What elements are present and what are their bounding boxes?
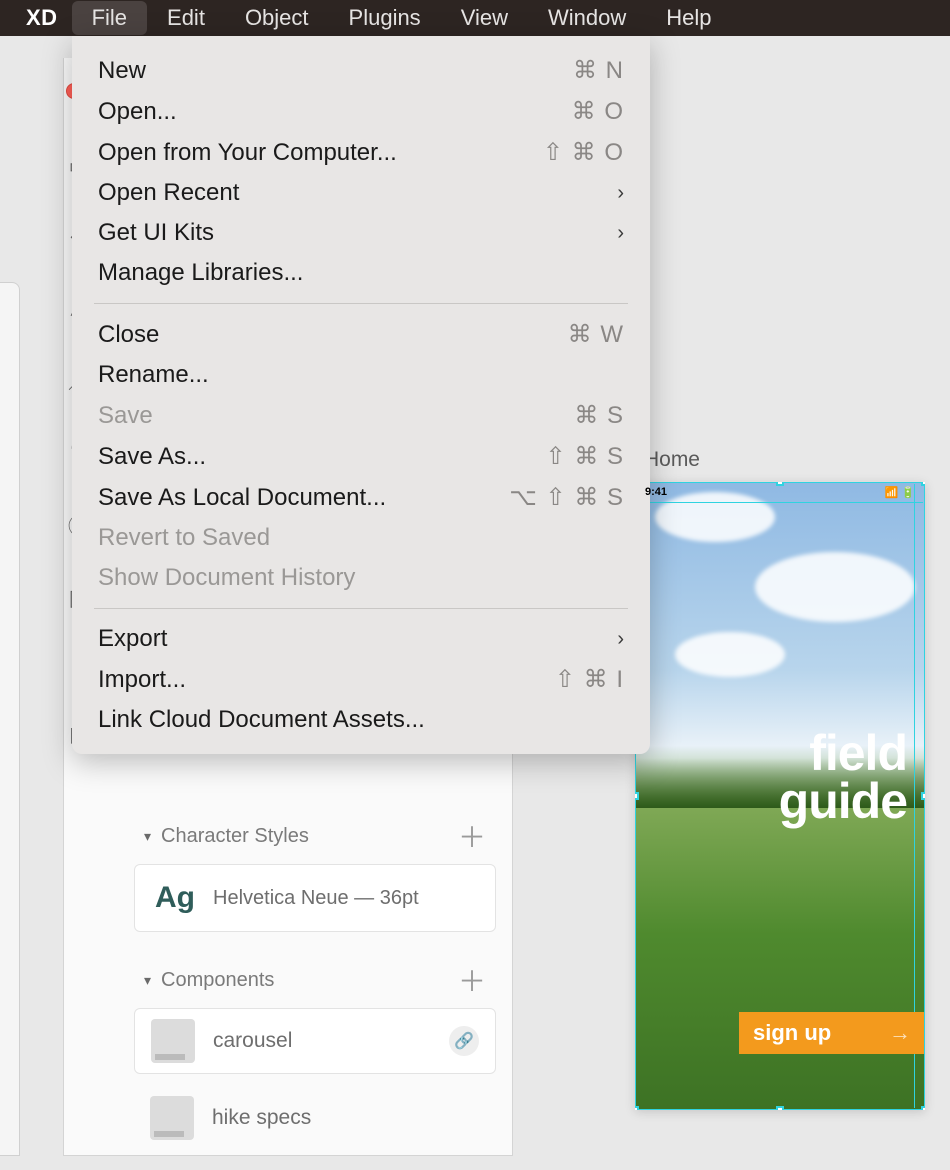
character-styles-header[interactable]: ▾ Character Styles ＋ [128,808,502,864]
chevron-right-icon: › [617,628,624,651]
menu-item-label: Open... [98,98,177,126]
menu-item-export[interactable]: Export › [72,619,650,659]
link-icon[interactable]: 🔗 [449,1026,479,1056]
menu-item-label: Open Recent [98,179,239,207]
artboard-label[interactable]: Home [644,448,700,472]
shortcut: ⌘ N [573,56,624,85]
menu-item-save-as[interactable]: Save As... ⇧ ⌘ S [72,436,650,477]
menu-item-rename[interactable]: Rename... [72,355,650,395]
guide-horizontal[interactable] [637,502,923,503]
app-name[interactable]: XD [12,5,72,31]
file-menu-dropdown: New ⌘ N Open... ⌘ O Open from Your Computer.… [72,36,650,754]
shortcut: ⌘ O [572,97,624,126]
background-window [0,282,20,1156]
ios-status-bar: 9:41 📶🔋 [635,482,925,502]
menu-item-label: Save As... [98,443,206,471]
menu-item-label: Save [98,402,153,430]
menu-help[interactable]: Help [646,1,731,35]
menu-item-label: Manage Libraries... [98,259,303,287]
menu-item-manage-libraries[interactable]: Manage Libraries... [72,253,650,293]
component-thumb [151,1019,195,1063]
component-row[interactable]: hike specs [134,1086,496,1150]
font-style-card[interactable]: Ag Helvetica Neue — 36pt [134,864,496,932]
shortcut: ⌥ ⇧ ⌘ S [509,483,624,512]
component-label: hike specs [212,1106,480,1130]
menu-item-open-recent[interactable]: Open Recent › [72,173,650,213]
add-char-style-icon[interactable]: ＋ [458,816,486,856]
hero-title[interactable]: field guide [779,730,907,825]
menu-separator [94,303,628,304]
shortcut: ⇧ ⌘ O [543,138,624,167]
chevron-right-icon: › [617,182,624,205]
menu-item-label: Import... [98,666,186,694]
font-label: Helvetica Neue — 36pt [213,887,419,910]
menu-item-revert-to-saved: Revert to Saved [72,518,650,558]
arrow-right-icon: → [889,1020,911,1046]
menu-item-label: Open from Your Computer... [98,139,397,167]
component-row[interactable]: carousel 🔗 [134,1008,496,1074]
shortcut: ⇧ ⌘ S [546,442,624,471]
menu-item-label: Link Cloud Document Assets... [98,706,425,734]
shortcut: ⇧ ⌘ I [555,665,624,694]
menu-item-show-document-history: Show Document History [72,558,650,598]
menu-item-label: New [98,57,146,85]
component-thumb [150,1096,194,1140]
menu-item-new[interactable]: New ⌘ N [72,50,650,91]
menu-edit[interactable]: Edit [147,1,225,35]
section-title: Character Styles [161,825,309,848]
add-component-icon[interactable]: ＋ [458,960,486,1000]
menu-item-label: Save As Local Document... [98,484,386,512]
menu-item-import[interactable]: Import... ⇧ ⌘ I [72,659,650,700]
menu-window[interactable]: Window [528,1,646,35]
chevron-down-icon: ▾ [144,828,151,845]
menu-item-close[interactable]: Close ⌘ W [72,314,650,355]
menu-item-get-ui-kits[interactable]: Get UI Kits › [72,213,650,253]
font-sample: Ag [155,881,195,915]
menu-separator [94,608,628,609]
menu-object[interactable]: Object [225,1,329,35]
menu-item-link-cloud-document-assets[interactable]: Link Cloud Document Assets... [72,700,650,740]
components-header[interactable]: ▾ Components ＋ [128,952,502,1008]
menu-item-label: Close [98,321,159,349]
menu-file[interactable]: File [72,1,147,35]
menu-item-label: Revert to Saved [98,524,270,552]
menu-item-label: Get UI Kits [98,219,214,247]
menu-item-save-as-local-document[interactable]: Save As Local Document... ⌥ ⇧ ⌘ S [72,477,650,518]
shortcut: ⌘ S [574,401,624,430]
menu-plugins[interactable]: Plugins [329,1,441,35]
chevron-down-icon: ▾ [144,972,151,989]
component-label: carousel [213,1029,431,1053]
shortcut: ⌘ W [568,320,624,349]
menu-item-save: Save ⌘ S [72,395,650,436]
menu-item-open-from-your-computer[interactable]: Open from Your Computer... ⇧ ⌘ O [72,132,650,173]
menu-item-label: Rename... [98,361,209,389]
signup-label: sign up [753,1020,831,1046]
section-title: Components [161,969,274,992]
chevron-right-icon: › [617,222,624,245]
artboard-home[interactable]: 9:41 📶🔋 field guide sign up → [635,482,925,1110]
menu-bar: XD File Edit Object Plugins View Window … [0,0,950,36]
signup-button[interactable]: sign up → [739,1012,925,1054]
menu-view[interactable]: View [441,1,528,35]
menu-item-label: Export [98,625,167,653]
menu-item-label: Show Document History [98,564,355,592]
status-icons: 📶🔋 [885,486,915,499]
menu-item-open[interactable]: Open... ⌘ O [72,91,650,132]
time: 9:41 [645,486,667,498]
